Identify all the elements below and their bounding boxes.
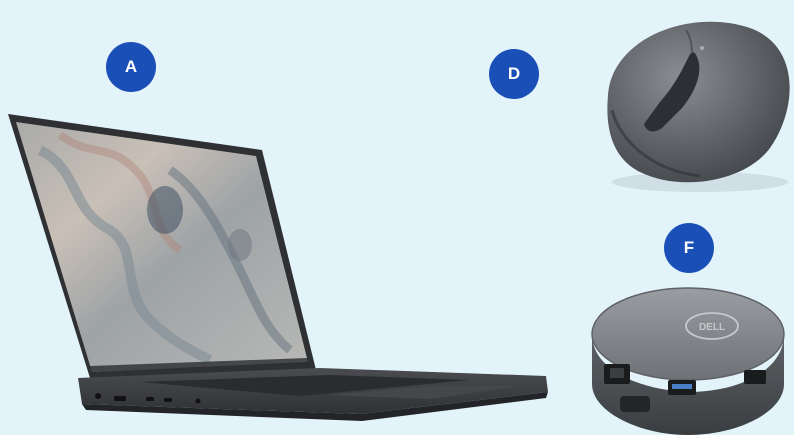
dock-illustration: DELL	[591, 287, 785, 435]
wallpaper-blot	[147, 186, 183, 234]
dock-usb-a-tongue	[672, 384, 692, 389]
laptop-port	[164, 398, 172, 402]
product-stage: DELL A D F	[0, 0, 794, 435]
laptop-port	[114, 396, 126, 401]
laptop-illustration	[8, 114, 548, 421]
dock-cable	[620, 396, 650, 412]
laptop-port	[95, 393, 101, 399]
mouse-body	[607, 21, 790, 183]
laptop-port	[195, 398, 201, 404]
dock-logo: DELL	[699, 322, 725, 333]
badge-f: F	[664, 223, 714, 273]
laptop-port	[146, 397, 154, 401]
dock-ethernet-inner	[610, 368, 624, 378]
badge-a: A	[106, 42, 156, 92]
mouse-illustration	[607, 21, 790, 192]
wallpaper-blot	[228, 229, 252, 261]
mouse-indicator	[700, 46, 704, 50]
badge-d: D	[489, 49, 539, 99]
dock-hdmi-port	[744, 370, 766, 384]
